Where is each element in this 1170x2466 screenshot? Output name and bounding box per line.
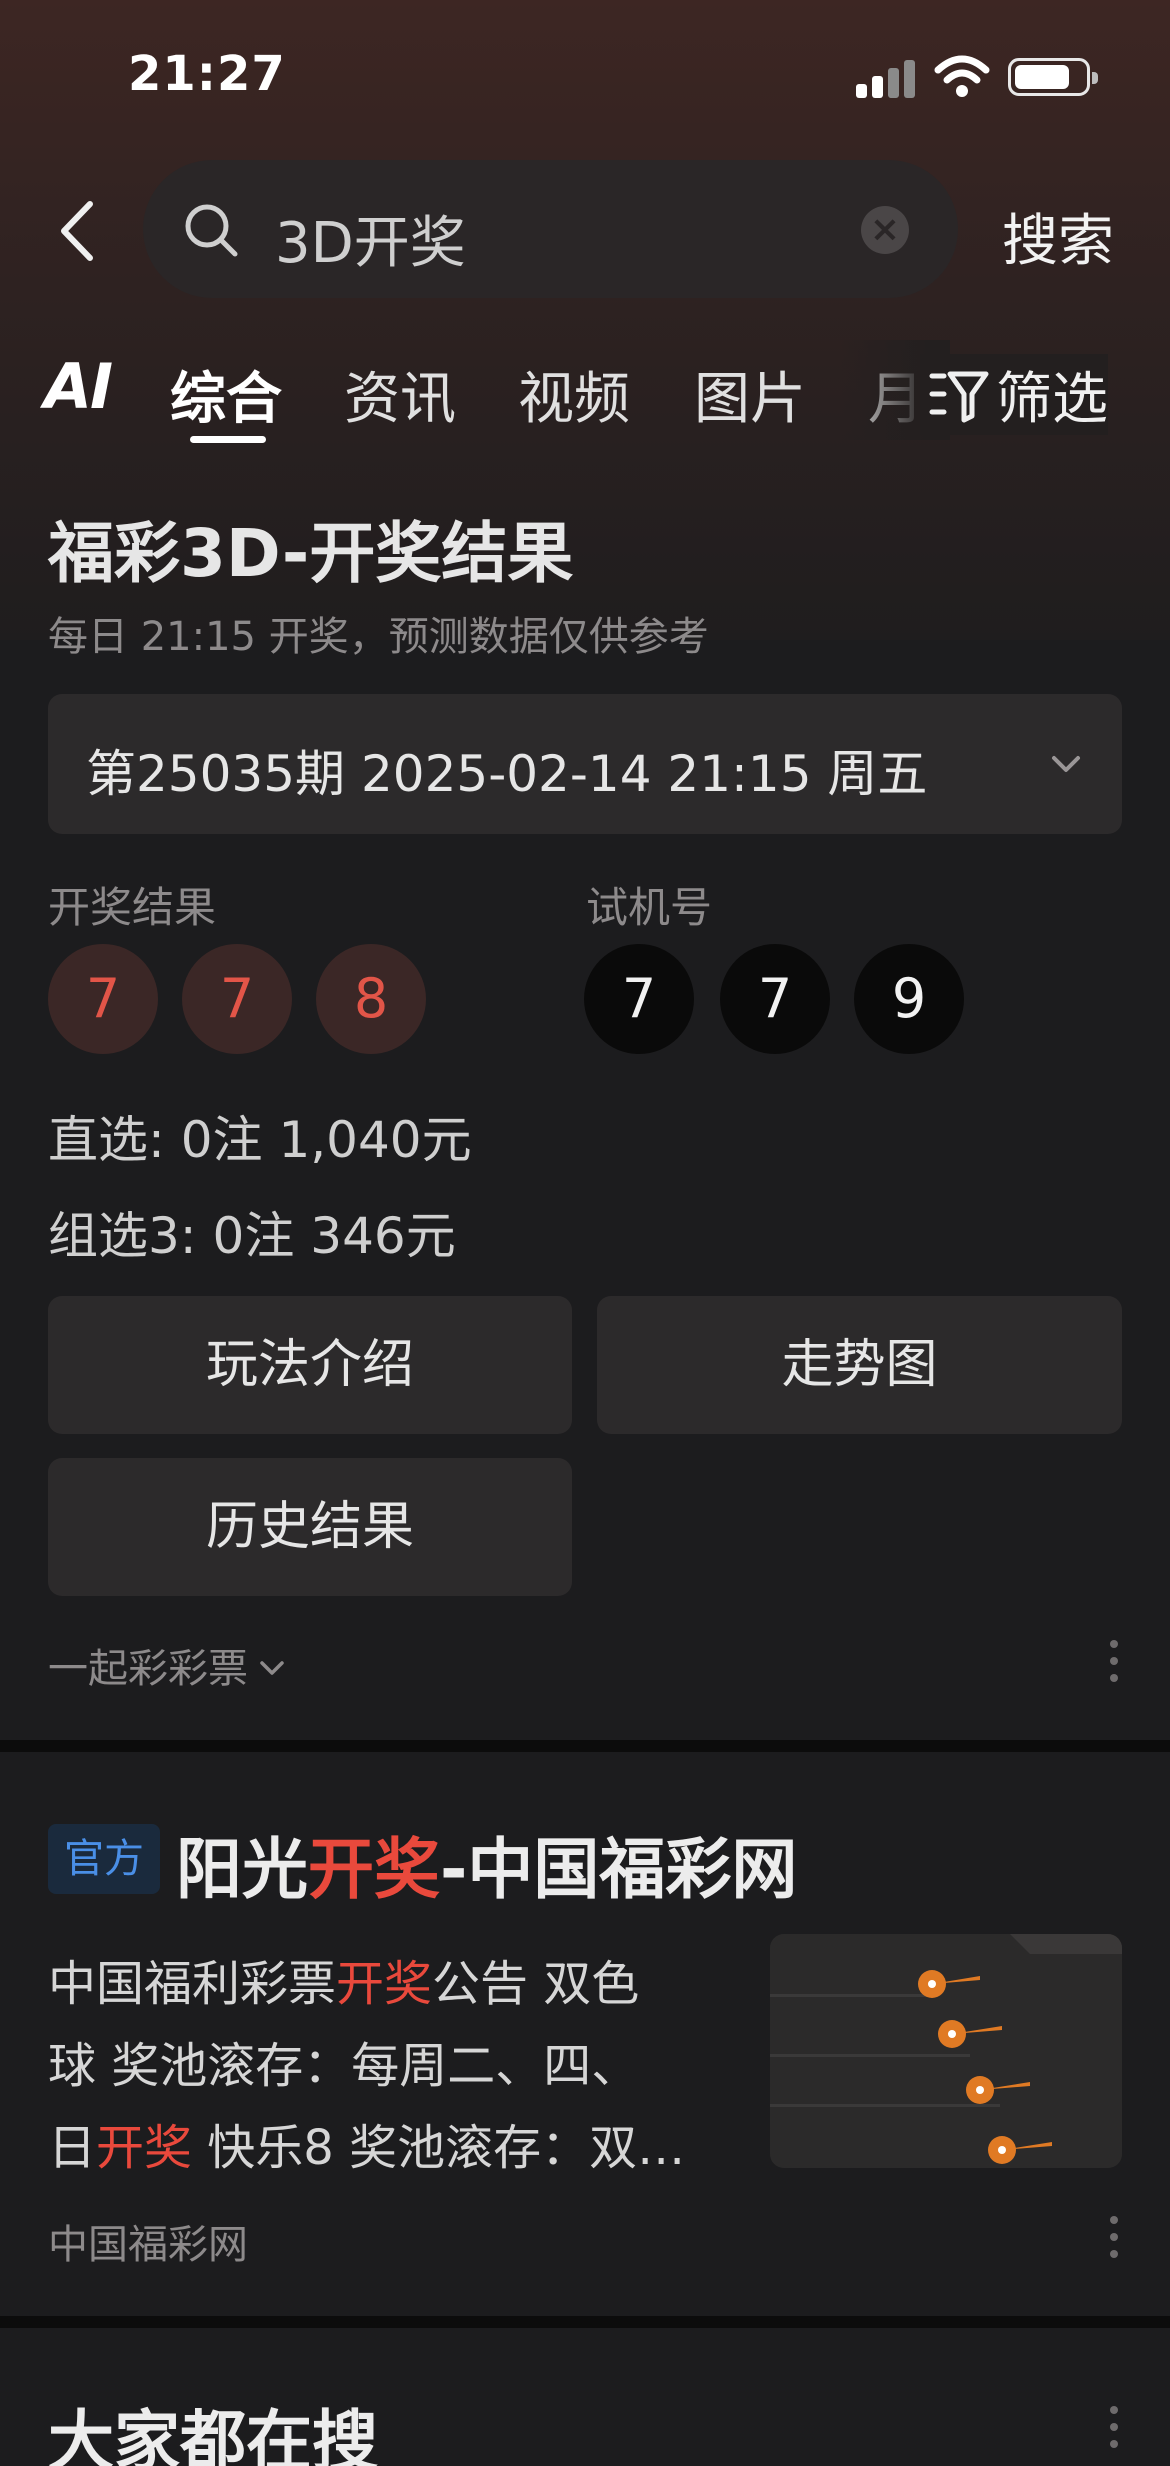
- more-options-icon[interactable]: [1108, 1640, 1120, 1690]
- wifi-icon: [934, 55, 990, 97]
- period-selected-value: 第25035期 2025-02-14 21:15 周五: [86, 745, 928, 803]
- test-ball: 7: [584, 944, 694, 1054]
- filter-icon: [929, 371, 989, 423]
- tab-images[interactable]: 图片: [694, 354, 806, 435]
- hot-search-title: 大家都在搜: [48, 2403, 378, 2466]
- search-icon: [185, 204, 238, 257]
- result-thumbnail[interactable]: [770, 1934, 1122, 2168]
- tab-ai[interactable]: AI: [44, 350, 113, 423]
- tab-news[interactable]: 资讯: [344, 354, 456, 435]
- prize-direct: 直选: 0注 1,040元: [48, 1111, 472, 1169]
- more-options-icon[interactable]: [1108, 2216, 1120, 2266]
- active-tab-indicator: [190, 436, 266, 443]
- result-title-link[interactable]: 阳光开奖-中国福彩网: [176, 1816, 797, 1912]
- test-number-label: 试机号: [586, 883, 713, 932]
- chevron-down-icon: [260, 1661, 284, 1675]
- period-select[interactable]: 第25035期 2025-02-14 21:15 周五: [48, 694, 1122, 834]
- cellular-signal-icon: [856, 58, 916, 98]
- clear-icon[interactable]: ×: [861, 206, 909, 254]
- test-ball: 7: [720, 944, 830, 1054]
- battery-icon: [1008, 58, 1098, 96]
- search-query-text: 3D开奖: [275, 211, 466, 276]
- rules-intro-button[interactable]: 玩法介绍: [48, 1296, 572, 1434]
- result-snippet-line: 中国福利彩票开奖公告 双色: [48, 1956, 640, 2012]
- tab-bar: AI 综合 资讯 视频 图片 月 筛选: [0, 340, 1170, 450]
- search-button[interactable]: 搜索: [1002, 196, 1114, 277]
- section-divider: [0, 2316, 1170, 2328]
- back-button[interactable]: [52, 196, 102, 266]
- lottery-card-subtitle: 每日 21:15 开奖，预测数据仅供参考: [48, 614, 709, 660]
- lottery-card-title: 福彩3D-开奖结果: [48, 515, 574, 592]
- trend-chart-button[interactable]: 走势图: [597, 1296, 1122, 1434]
- search-input[interactable]: 3D开奖 ×: [143, 160, 958, 298]
- filter-button[interactable]: 筛选: [920, 354, 1108, 435]
- filter-label: 筛选: [996, 367, 1108, 432]
- section-divider: [0, 1740, 1170, 1752]
- thumbnail-image: [770, 1934, 1122, 2168]
- status-bar: 21:27: [0, 0, 1170, 150]
- result-snippet-line: 日开奖 快乐8 奖池滚存：双…: [48, 2120, 686, 2176]
- history-results-button[interactable]: 历史结果: [48, 1458, 572, 1596]
- tab-comprehensive[interactable]: 综合: [170, 354, 282, 435]
- result-source: 中国福彩网: [48, 2222, 248, 2268]
- result-snippet-line: 球 奖池滚存：每周二、四、: [48, 2038, 640, 2094]
- result-ball: 7: [48, 944, 158, 1054]
- official-badge: 官方: [48, 1824, 160, 1894]
- test-ball: 9: [854, 944, 964, 1054]
- tab-video[interactable]: 视频: [518, 354, 630, 435]
- chevron-down-icon: [1052, 756, 1080, 772]
- prize-group3: 组选3: 0注 346元: [48, 1207, 456, 1265]
- status-time: 21:27: [128, 46, 286, 102]
- lottery-source-label: 一起彩彩票: [48, 1646, 248, 1692]
- result-ball: 7: [182, 944, 292, 1054]
- more-options-icon[interactable]: [1108, 2406, 1120, 2456]
- lottery-source[interactable]: 一起彩彩票: [48, 1636, 286, 1694]
- result-label: 开奖结果: [48, 883, 217, 932]
- result-ball: 8: [316, 944, 426, 1054]
